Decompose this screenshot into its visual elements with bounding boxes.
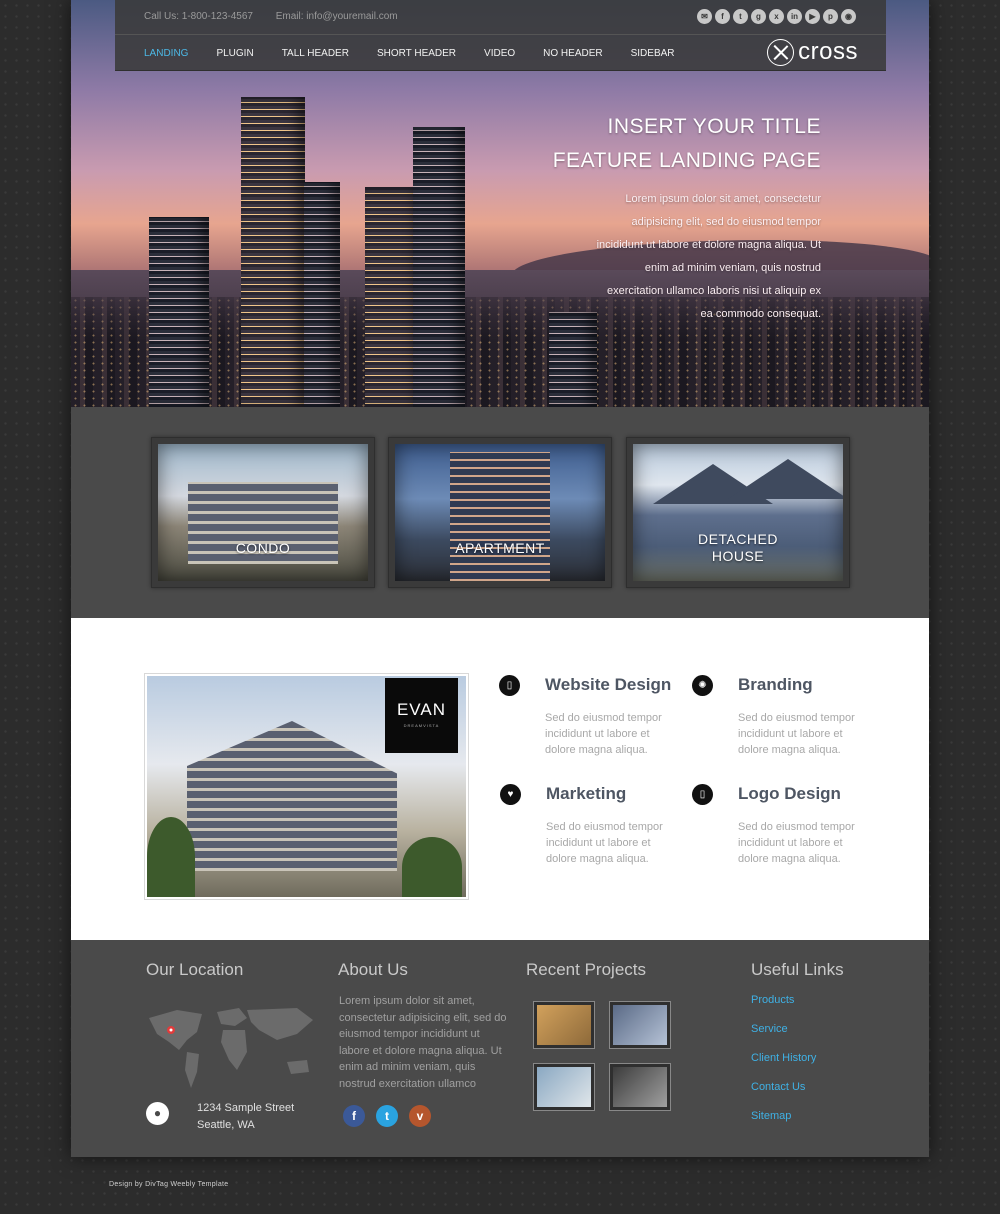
- footer-location-title: Our Location: [146, 960, 244, 979]
- site-logo[interactable]: cross: [767, 38, 858, 66]
- hero-title-line1: INSERT YOUR TITLE: [607, 115, 821, 138]
- hero-tower: [549, 312, 597, 407]
- design-credit[interactable]: Design by DivTag Weebly Template: [109, 1181, 228, 1188]
- category-label: DETACHED HOUSE: [633, 531, 843, 565]
- logo-x-icon: [767, 38, 795, 66]
- category-card-condo[interactable]: CONDO: [151, 437, 375, 588]
- facebook-icon[interactable]: f: [343, 1105, 365, 1127]
- category-label-line1: DETACHED: [698, 531, 778, 547]
- category-label: APARTMENT: [455, 540, 545, 556]
- service-text: Sed do eiusmod tempor incididunt ut labo…: [738, 712, 855, 756]
- category-card-apartment[interactable]: APARTMENT: [388, 437, 612, 588]
- service-title: Marketing: [546, 784, 627, 803]
- nav-divider: [115, 34, 886, 35]
- nav-no-header[interactable]: NO HEADER: [543, 48, 602, 59]
- hero-body-text: Lorem ipsum dolor sit amet, consectetur …: [596, 193, 821, 320]
- evan-sign-subtitle: DREAMVISTA: [403, 723, 440, 728]
- mobile-icon: ▯: [499, 675, 520, 696]
- hero-tower: [413, 127, 465, 407]
- footer: Our Location ● 1234 Sample Street Seattl…: [71, 940, 929, 1157]
- contact-phone: Call Us: 1-800-123-4567: [144, 11, 253, 22]
- nav-video[interactable]: VIDEO: [484, 48, 515, 59]
- category-card-house[interactable]: DETACHED HOUSE: [626, 437, 850, 588]
- logo-text: cross: [798, 38, 858, 65]
- main-nav: LANDING PLUGIN TALL HEADER SHORT HEADER …: [144, 48, 703, 59]
- contact-info: Call Us: 1-800-123-4567 Email: info@your…: [144, 11, 418, 22]
- project-thumbnail[interactable]: [533, 1001, 595, 1049]
- hero-title-line2: FEATURE LANDING PAGE: [552, 149, 821, 172]
- useful-links: Products Service Client History Contact …: [751, 994, 816, 1139]
- link-products[interactable]: Products: [751, 994, 816, 1006]
- gear-icon: ✺: [692, 675, 713, 696]
- page-container: INSERT YOUR TITLE FEATURE LANDING PAGE L…: [71, 0, 929, 1157]
- twitter-icon[interactable]: t: [376, 1105, 398, 1127]
- category-label: CONDO: [235, 540, 291, 556]
- footer-social: f t v: [343, 1105, 431, 1127]
- house-image: DETACHED HOUSE: [633, 444, 843, 581]
- link-sitemap[interactable]: Sitemap: [751, 1110, 816, 1122]
- top-bar: Call Us: 1-800-123-4567 Email: info@your…: [115, 0, 886, 71]
- contact-email[interactable]: Email: info@youremail.com: [276, 11, 398, 22]
- heart-icon: ♥: [500, 784, 521, 805]
- youtube-icon[interactable]: ▶: [805, 9, 820, 24]
- xing-icon[interactable]: x: [769, 9, 784, 24]
- hero-tower: [241, 97, 305, 407]
- world-map: [149, 1008, 313, 1088]
- hero-tower: [304, 182, 340, 407]
- condo-image: CONDO: [158, 444, 368, 581]
- nav-short-header[interactable]: SHORT HEADER: [377, 48, 456, 59]
- phone-icon: ▯: [692, 784, 713, 805]
- link-service[interactable]: Service: [751, 1023, 816, 1035]
- category-section: CONDO APARTMENT DETACHED HOUSE: [71, 407, 929, 618]
- service-text: Sed do eiusmod tempor incididunt ut labo…: [546, 821, 663, 865]
- service-text: Sed do eiusmod tempor incididunt ut labo…: [545, 712, 662, 756]
- project-thumbnail[interactable]: [533, 1063, 595, 1111]
- twitter-icon[interactable]: t: [733, 9, 748, 24]
- vimeo-icon[interactable]: v: [409, 1105, 431, 1127]
- footer-projects-title: Recent Projects: [526, 960, 646, 979]
- services-section: EVAN DREAMVISTA ▯ Website Design Sed do …: [71, 618, 929, 940]
- nav-sidebar[interactable]: SIDEBAR: [631, 48, 675, 59]
- footer-about-text: Lorem ipsum dolor sit amet, consectetur …: [339, 995, 507, 1090]
- linkedin-icon[interactable]: in: [787, 9, 802, 24]
- service-title: Logo Design: [738, 784, 841, 803]
- service-title: Branding: [738, 675, 813, 694]
- service-title: Website Design: [545, 675, 672, 694]
- footer-links-title: Useful Links: [751, 960, 844, 979]
- link-client-history[interactable]: Client History: [751, 1052, 816, 1064]
- rss-icon[interactable]: ◉: [841, 9, 856, 24]
- mail-icon[interactable]: ✉: [697, 9, 712, 24]
- apartment-image: APARTMENT: [395, 444, 605, 581]
- link-contact-us[interactable]: Contact Us: [751, 1081, 816, 1093]
- project-thumbnail[interactable]: [609, 1063, 671, 1111]
- evan-sign-title: EVAN: [396, 700, 447, 719]
- social-icons: ✉ f t g x in ▶ p ◉: [697, 9, 856, 24]
- hero-text-block: INSERT YOUR TITLE FEATURE LANDING PAGE L…: [553, 110, 821, 326]
- category-label-line2: HOUSE: [711, 548, 765, 564]
- google-plus-icon[interactable]: g: [751, 9, 766, 24]
- pinterest-icon[interactable]: p: [823, 9, 838, 24]
- evan-sign: EVAN DREAMVISTA: [385, 678, 458, 753]
- nav-tall-header[interactable]: TALL HEADER: [282, 48, 349, 59]
- featured-building-photo: EVAN DREAMVISTA: [144, 673, 469, 900]
- location-pin-icon: ●: [146, 1102, 169, 1125]
- address-line2: Seattle, WA: [197, 1119, 255, 1131]
- facebook-icon[interactable]: f: [715, 9, 730, 24]
- project-thumbnail[interactable]: [609, 1001, 671, 1049]
- nav-landing[interactable]: LANDING: [144, 48, 188, 59]
- address-line1: 1234 Sample Street: [197, 1102, 295, 1114]
- address: 1234 Sample Street Seattle, WA: [197, 1100, 294, 1134]
- hero-banner: INSERT YOUR TITLE FEATURE LANDING PAGE L…: [71, 0, 929, 407]
- footer-about-title: About Us: [338, 960, 408, 979]
- nav-plugin[interactable]: PLUGIN: [216, 48, 253, 59]
- service-text: Sed do eiusmod tempor incididunt ut labo…: [738, 821, 855, 865]
- hero-tower: [149, 217, 209, 407]
